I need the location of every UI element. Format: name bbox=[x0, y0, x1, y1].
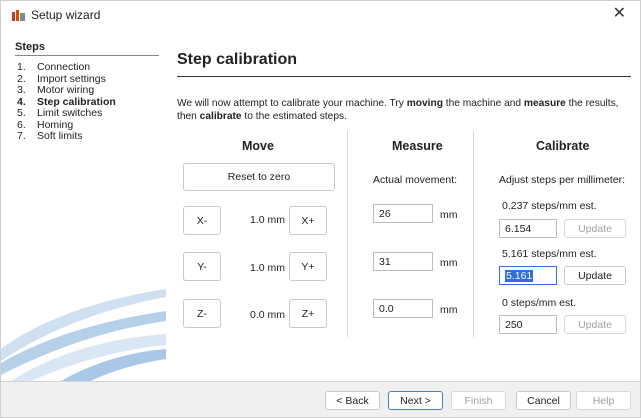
z-measured-input[interactable] bbox=[373, 299, 433, 318]
steps-header: Steps bbox=[15, 41, 45, 53]
z-minus-button[interactable]: Z- bbox=[183, 299, 221, 328]
steps-list: 1. Connection 2. Import settings 3. Motor w… bbox=[17, 61, 116, 143]
cancel-button[interactable]: Cancel bbox=[516, 391, 571, 410]
x-measured-input[interactable] bbox=[373, 204, 433, 223]
y-steps-input[interactable]: 5.161 bbox=[499, 266, 557, 285]
setup-wizard-window: Setup wizard ✕ Steps 1. Connection 2. Impo… bbox=[0, 0, 641, 418]
step-soft-limits: 7. Soft limits bbox=[17, 130, 83, 142]
reset-to-zero-button[interactable]: Reset to zero bbox=[183, 163, 335, 191]
column-separator bbox=[347, 131, 348, 337]
move-header: Move bbox=[242, 139, 274, 153]
x-estimate-label: 0.237 steps/mm est. bbox=[502, 200, 597, 212]
y-plus-button[interactable]: Y+ bbox=[289, 252, 327, 281]
y-estimate-label: 5.161 steps/mm est. bbox=[502, 248, 597, 260]
steps-divider bbox=[15, 55, 159, 56]
x-steps-input[interactable] bbox=[499, 219, 557, 238]
measure-header: Measure bbox=[392, 139, 443, 153]
adjust-steps-label: Adjust steps per millimeter: bbox=[499, 174, 626, 186]
z-distance-label: 0.0 mm bbox=[250, 309, 286, 321]
page-title: Step calibration bbox=[177, 51, 298, 68]
x-minus-button[interactable]: X- bbox=[183, 206, 221, 235]
y-distance-label: 1.0 mm bbox=[250, 262, 286, 274]
title-bar: Setup wizard ✕ bbox=[1, 1, 640, 29]
y-update-button[interactable]: Update bbox=[564, 266, 626, 285]
title-divider bbox=[177, 76, 631, 77]
calibrate-header: Calibrate bbox=[536, 139, 590, 153]
column-separator bbox=[473, 131, 474, 337]
z-update-button[interactable]: Update bbox=[564, 315, 626, 334]
wizard-button-bar: < Back Next > Finish Cancel Help bbox=[1, 381, 640, 417]
y-measured-unit: mm bbox=[440, 257, 458, 269]
actual-movement-label: Actual movement: bbox=[373, 174, 458, 186]
app-logo-icon bbox=[12, 10, 25, 21]
z-plus-button[interactable]: Z+ bbox=[289, 299, 327, 328]
y-steps-selected-text: 5.161 bbox=[505, 270, 534, 282]
next-button[interactable]: Next > bbox=[388, 391, 443, 410]
y-measured-input[interactable] bbox=[373, 252, 433, 271]
close-icon[interactable]: ✕ bbox=[613, 6, 626, 22]
decorative-swoosh-graphic bbox=[1, 289, 166, 381]
intro-text: We will now attempt to calibrate your ma… bbox=[177, 98, 619, 122]
window-title: Setup wizard bbox=[31, 8, 101, 22]
x-plus-button[interactable]: X+ bbox=[289, 206, 327, 235]
x-distance-label: 1.0 mm bbox=[250, 214, 286, 226]
z-estimate-label: 0 steps/mm est. bbox=[502, 297, 577, 309]
back-button[interactable]: < Back bbox=[325, 391, 380, 410]
steps-sidebar: Steps 1. Connection 2. Import settings 3. M… bbox=[1, 29, 166, 381]
finish-button[interactable]: Finish bbox=[451, 391, 506, 410]
help-button[interactable]: Help bbox=[576, 391, 631, 410]
y-minus-button[interactable]: Y- bbox=[183, 252, 221, 281]
x-update-button[interactable]: Update bbox=[564, 219, 626, 238]
z-measured-unit: mm bbox=[440, 304, 458, 316]
main-panel: Step calibration We will now attempt to … bbox=[166, 29, 640, 381]
x-measured-unit: mm bbox=[440, 209, 458, 221]
z-steps-input[interactable] bbox=[499, 315, 557, 334]
